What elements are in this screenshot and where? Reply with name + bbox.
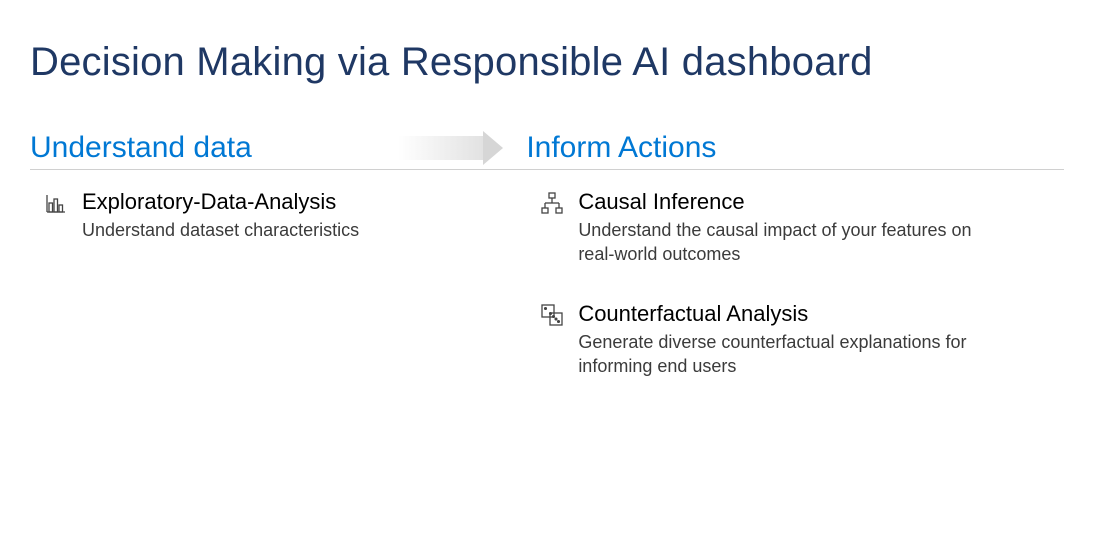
column-header-row: Inform Actions	[526, 131, 1064, 170]
column-understand-data: Understand data Exploratory-Data-	[30, 131, 526, 412]
list-item: Counterfactual Analysis Generate diverse…	[526, 300, 1064, 378]
page-title: Decision Making via Responsible AI dashb…	[30, 40, 1064, 85]
item-desc: Understand dataset characteristics	[82, 218, 466, 242]
item-title: Causal Inference	[578, 188, 1004, 216]
column-inform-actions: Inform Actions Causal Inference Understa…	[526, 131, 1064, 412]
list-item: Causal Inference Understand the causal i…	[526, 188, 1064, 266]
column-header-row: Understand data	[30, 131, 526, 170]
hierarchy-icon	[540, 191, 564, 215]
bar-chart-icon	[44, 191, 68, 215]
list-item: Exploratory-Data-Analysis Understand dat…	[30, 188, 526, 242]
arrow-icon	[398, 132, 508, 164]
item-title: Counterfactual Analysis	[578, 300, 1004, 328]
dice-icon	[540, 303, 564, 327]
item-desc: Generate diverse counterfactual explanat…	[578, 330, 1004, 379]
column-heading-right: Inform Actions	[526, 131, 716, 165]
column-heading-left: Understand data	[30, 131, 252, 165]
item-desc: Understand the causal impact of your fea…	[578, 218, 1004, 267]
item-title: Exploratory-Data-Analysis	[82, 188, 466, 216]
columns-container: Understand data Exploratory-Data-	[30, 131, 1064, 412]
